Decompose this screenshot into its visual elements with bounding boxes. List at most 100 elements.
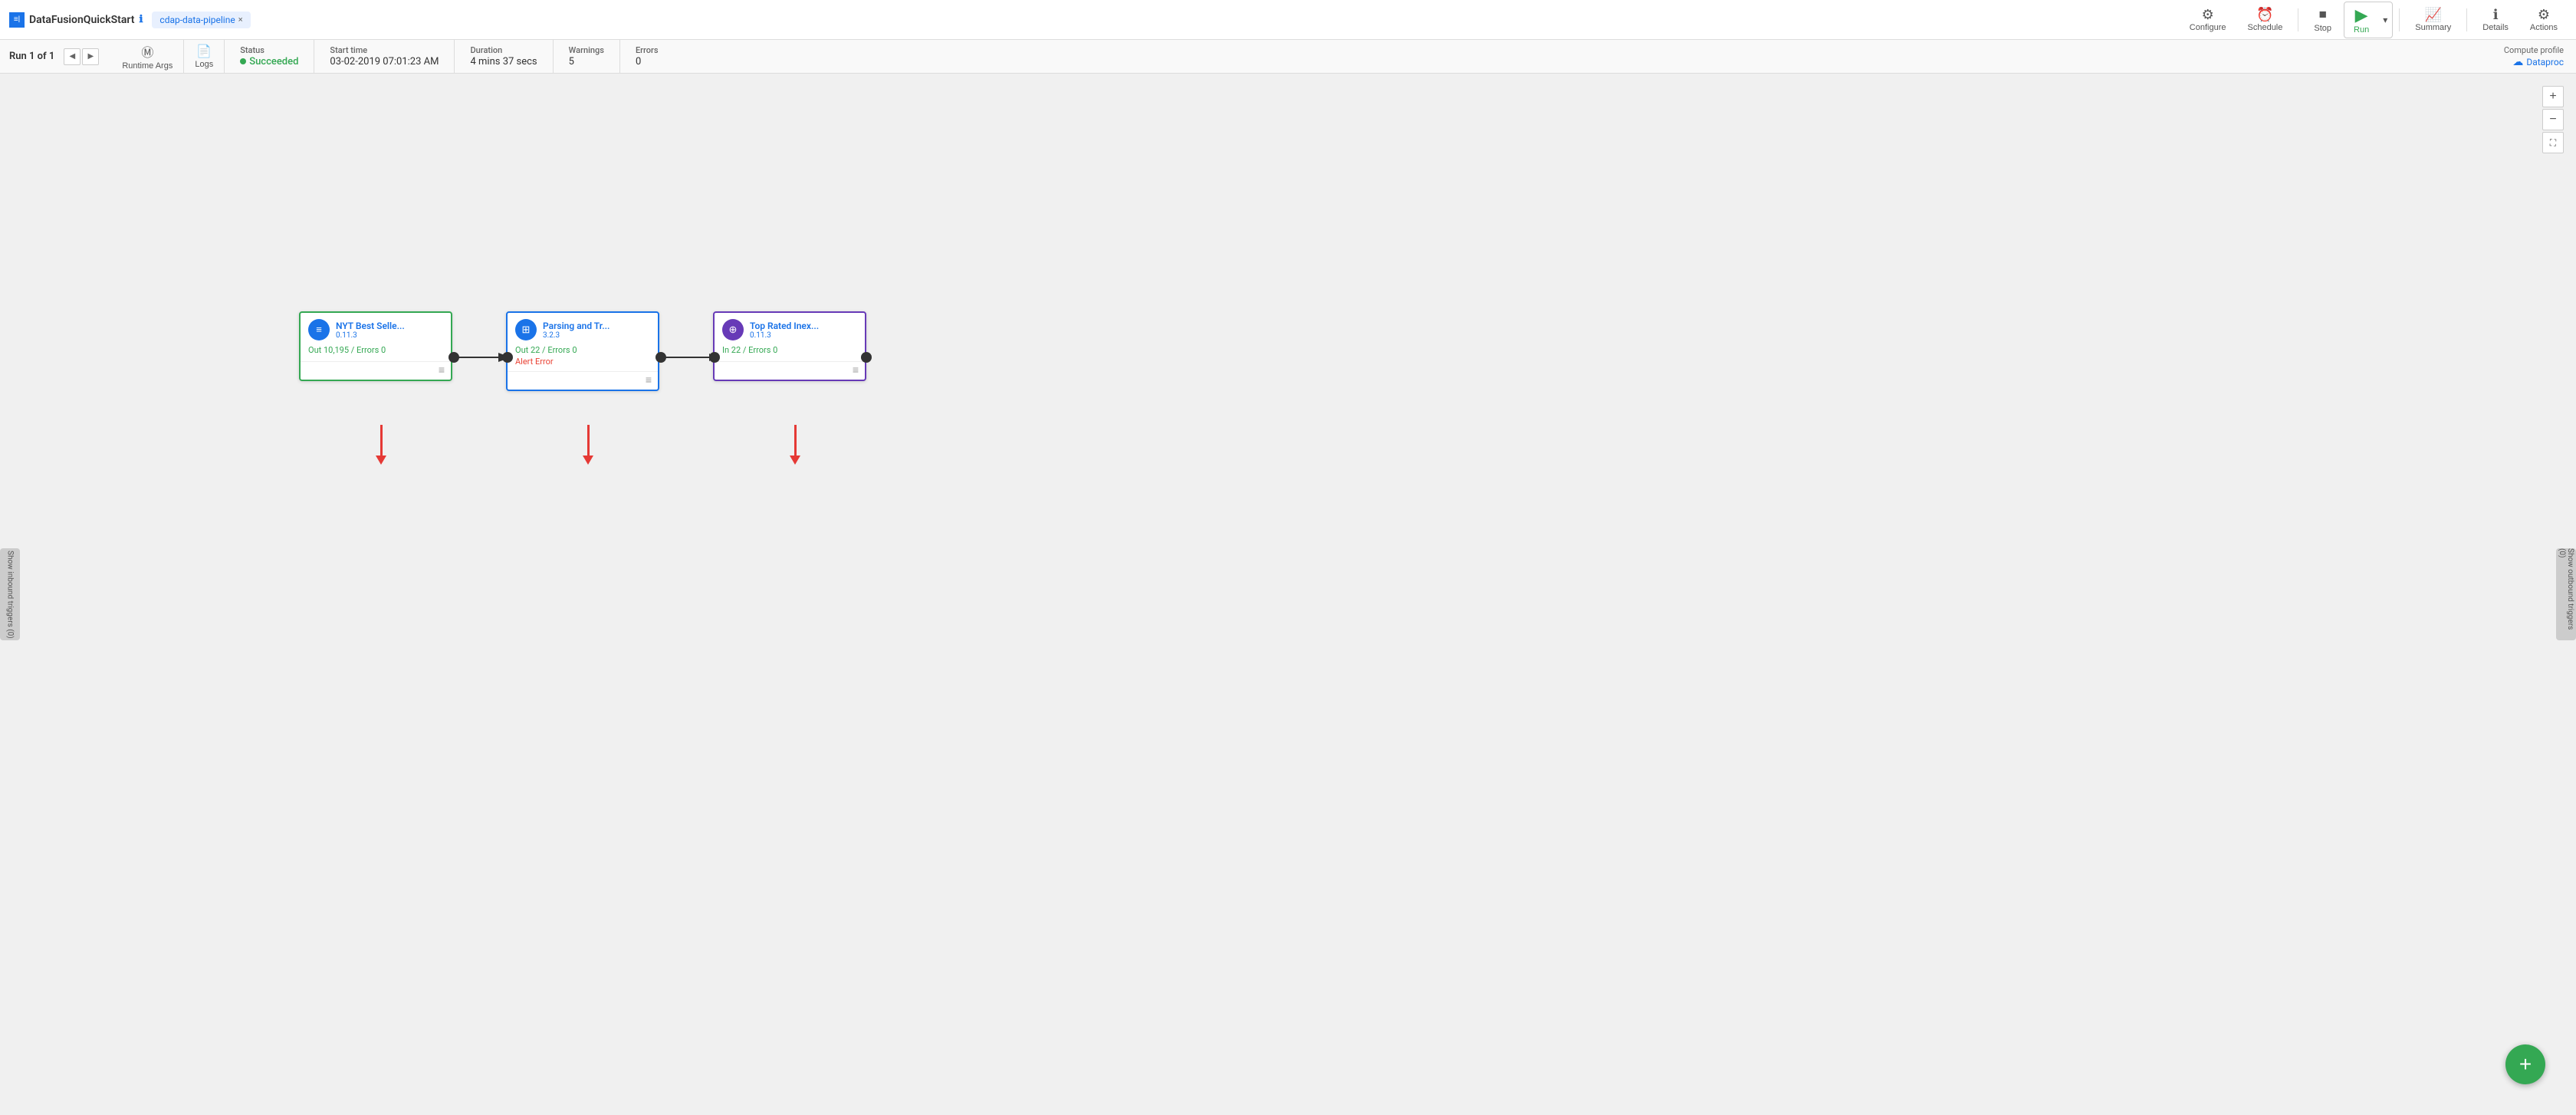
run-label: Run: [2354, 25, 2369, 35]
connection-dot-0: [449, 352, 459, 363]
compute-profile: Compute profile ☁ Dataproc: [2504, 45, 2567, 68]
status-dot: [240, 58, 246, 64]
arrow-line: [380, 425, 383, 456]
compute-profile-name: Dataproc: [2526, 57, 2564, 67]
zoom-out-button[interactable]: −: [2542, 109, 2564, 130]
logs-button[interactable]: 📄 Logs: [184, 40, 225, 74]
node-type-icon: ⊕: [722, 319, 744, 340]
connection-dot-1: [502, 352, 513, 363]
node-header: ⊞ Parsing and Tr... 3.2.3: [508, 313, 658, 344]
node-type-icon: ≡: [308, 319, 330, 340]
compute-profile-label: Compute profile: [2504, 45, 2564, 55]
app-logo: ≡|: [9, 12, 25, 28]
runtime-args-icon: Ⓜ: [141, 42, 153, 61]
red-arrow-node3: [790, 425, 800, 465]
pipeline-node-node1[interactable]: ≡ NYT Best Selle... 0.11.3 Out 10,195 / …: [299, 311, 452, 381]
status-meta: Status Succeeded: [225, 40, 314, 74]
logs-icon: 📄: [196, 44, 212, 59]
pipeline-connectors: [0, 74, 2576, 1115]
node-menu-icon[interactable]: ≡: [646, 373, 652, 386]
cloud-icon: ☁: [2512, 56, 2523, 68]
node-title-group: NYT Best Selle... 0.11.3: [336, 321, 443, 340]
start-time-value: 03-02-2019 07:01:23 AM: [330, 56, 439, 67]
errors-value: 0: [636, 56, 659, 67]
connection-dot-4: [861, 352, 872, 363]
run-dropdown-arrow[interactable]: ▾: [2378, 15, 2392, 25]
node-name: Top Rated Inex...: [750, 321, 857, 331]
configure-label: Configure: [2190, 23, 2226, 32]
status-value: Succeeded: [240, 56, 298, 67]
configure-button[interactable]: ⚙ Configure: [2180, 5, 2236, 35]
tab-close-icon[interactable]: ×: [238, 15, 243, 25]
run-icon: ▶: [2355, 5, 2368, 25]
node-stats: In 22 / Errors 0: [722, 345, 857, 355]
actions-button[interactable]: ⚙ Actions: [2521, 5, 2567, 35]
duration-meta: Duration 4 mins 37 secs: [455, 40, 553, 74]
schedule-label: Schedule: [2248, 23, 2283, 32]
run-bar: Run 1 of 1 ◀ ▶ Ⓜ Runtime Args 📄 Logs Sta…: [0, 40, 2576, 74]
arrow-head: [790, 456, 800, 465]
warnings-label: Warnings: [569, 45, 604, 55]
duration-value: 4 mins 37 secs: [470, 56, 537, 67]
stop-icon: ⏹: [2319, 7, 2327, 22]
schedule-button[interactable]: ⏰ Schedule: [2239, 5, 2292, 35]
connection-dot-3: [709, 352, 720, 363]
duration-label: Duration: [470, 45, 537, 55]
node-body: In 22 / Errors 0: [715, 344, 865, 361]
errors-meta: Errors 0: [620, 40, 674, 74]
app-title: DataFusionQuickStart: [29, 14, 134, 26]
node-title-group: Top Rated Inex... 0.11.3: [750, 321, 857, 340]
pipeline-node-node3[interactable]: ⊕ Top Rated Inex... 0.11.3 In 22 / Error…: [713, 311, 866, 381]
add-fab-button[interactable]: +: [2505, 1044, 2545, 1084]
pipeline-canvas-area: Show inbound triggers (0) Show outbound …: [0, 74, 2576, 1115]
node-body: Out 10,195 / Errors 0: [301, 344, 451, 361]
toolbar-divider-3: [2466, 8, 2467, 31]
tab-name: cdap-data-pipeline: [159, 15, 235, 25]
outbound-triggers-panel[interactable]: Show outbound triggers (0): [2556, 548, 2576, 640]
node-name: NYT Best Selle...: [336, 321, 443, 331]
zoom-in-button[interactable]: +: [2542, 86, 2564, 107]
node-version: 0.11.3: [750, 331, 857, 340]
node-menu-icon[interactable]: ≡: [439, 363, 445, 377]
node-footer: ≡: [301, 361, 451, 380]
schedule-icon: ⏰: [2256, 8, 2273, 21]
node-stats: Out 10,195 / Errors 0: [308, 345, 443, 355]
summary-button[interactable]: 📈 Summary: [2406, 5, 2460, 35]
logs-label: Logs: [195, 60, 213, 69]
red-arrow-node1: [376, 425, 386, 465]
compute-profile-value[interactable]: ☁ Dataproc: [2512, 56, 2564, 68]
details-button[interactable]: ℹ Details: [2473, 5, 2518, 35]
pipeline-node-node2[interactable]: ⊞ Parsing and Tr... 3.2.3 Out 22 / Error…: [506, 311, 659, 391]
summary-label: Summary: [2415, 23, 2451, 32]
arrow-line: [587, 425, 590, 456]
node-footer: ≡: [508, 371, 658, 390]
warnings-meta: Warnings 5: [554, 40, 620, 74]
runtime-args-label: Runtime Args: [122, 61, 172, 71]
node-version: 3.2.3: [543, 331, 650, 340]
node-name: Parsing and Tr...: [543, 321, 650, 331]
node-type-icon: ⊞: [515, 319, 537, 340]
app-brand: ≡| DataFusionQuickStart ℹ: [9, 12, 143, 28]
run-next-button[interactable]: ▶: [82, 48, 99, 65]
warnings-value: 5: [569, 56, 604, 67]
inbound-triggers-panel[interactable]: Show inbound triggers (0): [0, 548, 20, 640]
node-menu-icon[interactable]: ≡: [853, 363, 859, 377]
stop-button[interactable]: ⏹ Stop: [2305, 4, 2341, 36]
runtime-args-button[interactable]: Ⓜ Runtime Args: [111, 40, 184, 74]
node-title-group: Parsing and Tr... 3.2.3: [543, 321, 650, 340]
node-header: ≡ NYT Best Selle... 0.11.3: [301, 313, 451, 344]
run-number: Run 1 of 1: [9, 51, 54, 62]
pipeline-tab[interactable]: cdap-data-pipeline ×: [152, 12, 250, 28]
node-footer: ≡: [715, 361, 865, 380]
errors-label: Errors: [636, 45, 659, 55]
configure-icon: ⚙: [2202, 8, 2214, 21]
inbound-triggers-label: Show inbound triggers (0): [6, 551, 15, 639]
run-button[interactable]: ▶ Run: [2344, 2, 2378, 38]
connection-dot-2: [656, 352, 666, 363]
node-alert: Alert Error: [515, 357, 650, 367]
zoom-fit-button[interactable]: ⛶: [2542, 132, 2564, 153]
run-group: ▶ Run ▾: [2344, 2, 2393, 38]
outbound-triggers-label: Show outbound triggers (0): [2558, 548, 2574, 640]
details-label: Details: [2482, 23, 2509, 32]
run-prev-button[interactable]: ◀: [64, 48, 80, 65]
